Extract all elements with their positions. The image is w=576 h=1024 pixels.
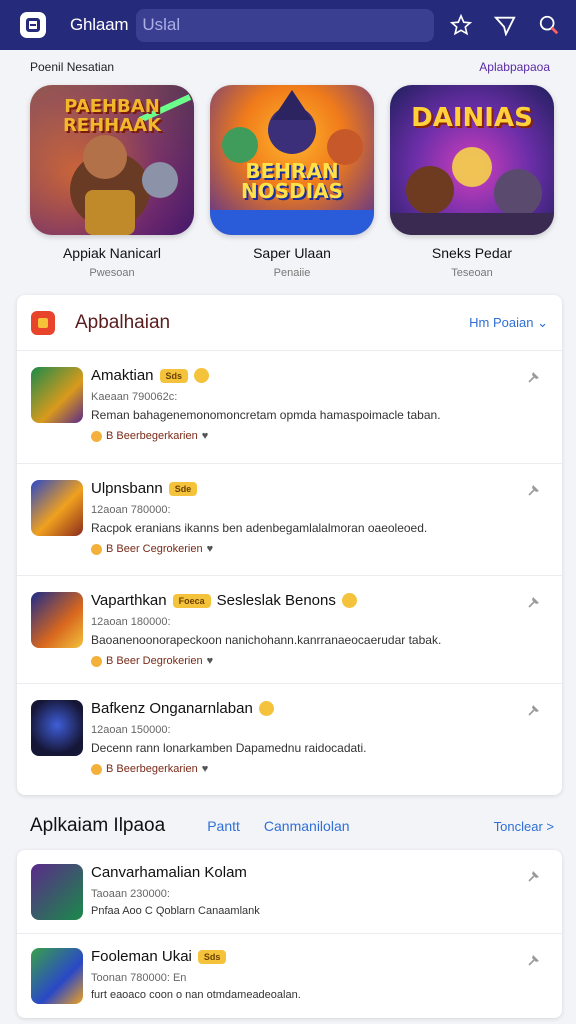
featured-sub: Penaiie (273, 267, 311, 279)
rating-badge: Sds (159, 368, 189, 383)
app-title: Ghlaam (70, 15, 129, 34)
featured-name: Sneks Pedar (431, 245, 513, 261)
section-header: Aplkaiam Ilpaoa Pantt Canmanilolan Toncl… (30, 815, 554, 837)
app-thumbnail (31, 864, 83, 920)
featured-game-art: BEHRAN NOSDIAS (210, 85, 374, 235)
featured-card[interactable]: BEHRAN NOSDIAS Saper Ulaan Penaiie (210, 85, 374, 279)
featured-card[interactable]: PAEHBAN REHHAAK Appiak Nanicarl Pwesoan (30, 85, 194, 279)
app-description: Decenn rann lonarkamben Dapamednu raidoc… (91, 741, 367, 755)
rating-badge: Foeca (172, 593, 211, 608)
heart-icon[interactable]: ♥ (207, 655, 214, 667)
card-more-link[interactable]: Hm Poaian ⌄ (469, 315, 548, 331)
emoji-icon (341, 593, 357, 608)
list-item[interactable]: Vaparthkan Foeca Sesleslak Benons 12aoan 1… (17, 576, 562, 684)
tab-canmanilolan[interactable]: Canmanilolan (264, 818, 350, 834)
app-description: Baoanenoonorapeckoon nanichohann.kanrran… (91, 633, 442, 647)
search-icon[interactable] (534, 10, 564, 40)
app-thumbnail (31, 480, 83, 536)
featured-art-text: PAEHBAN REHHAAK (62, 96, 162, 136)
app-name: Bafkenz Onganarnlaban (91, 700, 253, 717)
pin-icon[interactable] (526, 594, 542, 610)
star-icon[interactable] (446, 10, 476, 40)
featured-carousel: PAEHBAN REHHAAK Appiak Nanicarl Pwesoan … (30, 85, 554, 279)
app-meta: Kaeaan 790062c: (91, 391, 178, 403)
pin-icon[interactable] (526, 952, 542, 968)
top-bar: Ghlaam (0, 0, 576, 50)
app-description: Racpok eranians ikanns ben adenbegamlala… (91, 521, 428, 535)
featured-art-text: BEHRAN NOSDIAS (240, 159, 344, 203)
list-item[interactable]: Fooleman Ukai Sds Toonan 780000: En furt … (17, 934, 562, 1018)
emoji-icon (194, 368, 210, 383)
app-thumbnail (31, 592, 83, 648)
app-list-card: Apbalhaian Hm Poaian ⌄ Amaktian Sds Kaeaa… (17, 295, 562, 795)
list-item[interactable]: Bafkenz Onganarnlaban 12aoan 150000: Dec… (17, 684, 562, 794)
app-name: Fooleman Ukai (91, 948, 192, 965)
app-meta: 12aoan 780000: (91, 504, 171, 516)
featured-game-art: PAEHBAN REHHAAK (30, 85, 194, 235)
featured-more-link[interactable]: Aplabpapaoa (479, 60, 550, 74)
list-item[interactable]: Amaktian Sds Kaeaan 790062c: Reman bahage… (17, 351, 562, 464)
app-name: Canvarhamalian Kolam (91, 864, 247, 881)
app-description: Reman bahagenemonomoncretam opmda hamasp… (91, 408, 441, 422)
app-meta: Toonan 780000: En (91, 972, 187, 984)
list-item[interactable]: Ulpnsbann Sde 12aoan 780000: Racpok erani… (17, 464, 562, 576)
app-description: Pnfaa Aoo C Qoblarn Canaamlank (91, 905, 260, 917)
app-description: furt eaoaco coon o nan otmdameadeoalan. (91, 989, 301, 1001)
app-thumbnail (31, 367, 83, 423)
pin-icon[interactable] (526, 868, 542, 884)
tab-pantt[interactable]: Pantt (207, 818, 240, 834)
featured-card[interactable]: DAINIAS Sneks Pedar Teseoan (390, 85, 554, 279)
app-meta: Taoaan 230000: (91, 888, 170, 900)
rating-badge: Sds (197, 949, 227, 964)
send-icon[interactable] (490, 10, 520, 40)
featured-sub: Pwesoan (89, 267, 135, 279)
card-title: Apbalhaian (75, 311, 171, 333)
featured-game-art: DAINIAS (390, 85, 554, 235)
featured-name: Saper Ulaan (253, 245, 331, 261)
app-list-card: Canvarhamalian Kolam Taoaan 230000: Pnfa… (17, 850, 562, 1018)
pin-icon[interactable] (526, 702, 542, 718)
heart-icon[interactable]: ♥ (207, 543, 214, 555)
app-thumbnail (31, 948, 83, 1004)
developer-name: B Beer Cegrokerien (106, 543, 203, 555)
app-thumbnail (31, 700, 83, 756)
developer-icon (91, 763, 102, 775)
developer-icon (91, 543, 102, 555)
featured-header: Poenil Nesatian Aplabpapaoa (30, 60, 550, 74)
rating-badge: Sde (168, 481, 198, 496)
developer-name: B Beerbegerkarien (106, 763, 198, 775)
developer-name: B Beer Degrokerien (106, 655, 203, 667)
app-subtitle: Sesleslak Benons (216, 592, 336, 609)
featured-sub: Teseoan (451, 267, 493, 279)
emoji-icon (258, 701, 274, 716)
app-meta: 12aoan 180000: (91, 616, 171, 628)
section-title: Aplkaiam Ilpaoa (30, 815, 166, 836)
menu-logo-icon[interactable] (20, 12, 46, 38)
pin-icon[interactable] (526, 369, 542, 385)
section-more-link[interactable]: Tonclear > (494, 819, 554, 834)
developer-icon (91, 430, 102, 442)
developer-name: B Beerbegerkarien (106, 430, 198, 442)
heart-icon[interactable]: ♥ (202, 430, 209, 442)
pin-icon[interactable] (526, 482, 542, 498)
card-header: Apbalhaian Hm Poaian ⌄ (17, 295, 562, 351)
featured-art-text: DAINIAS (411, 103, 533, 133)
heart-icon[interactable]: ♥ (202, 763, 209, 775)
app-meta: 12aoan 150000: (91, 724, 171, 736)
search-input[interactable] (136, 8, 435, 42)
app-name: Ulpnsbann (91, 480, 163, 497)
app-name: Vaparthkan (91, 592, 167, 609)
list-item[interactable]: Canvarhamalian Kolam Taoaan 230000: Pnfa… (17, 850, 562, 934)
category-icon (31, 310, 55, 335)
developer-icon (91, 655, 102, 667)
featured-title: Poenil Nesatian (30, 60, 115, 74)
app-name: Amaktian (91, 367, 154, 384)
featured-name: Appiak Nanicarl (62, 245, 162, 261)
